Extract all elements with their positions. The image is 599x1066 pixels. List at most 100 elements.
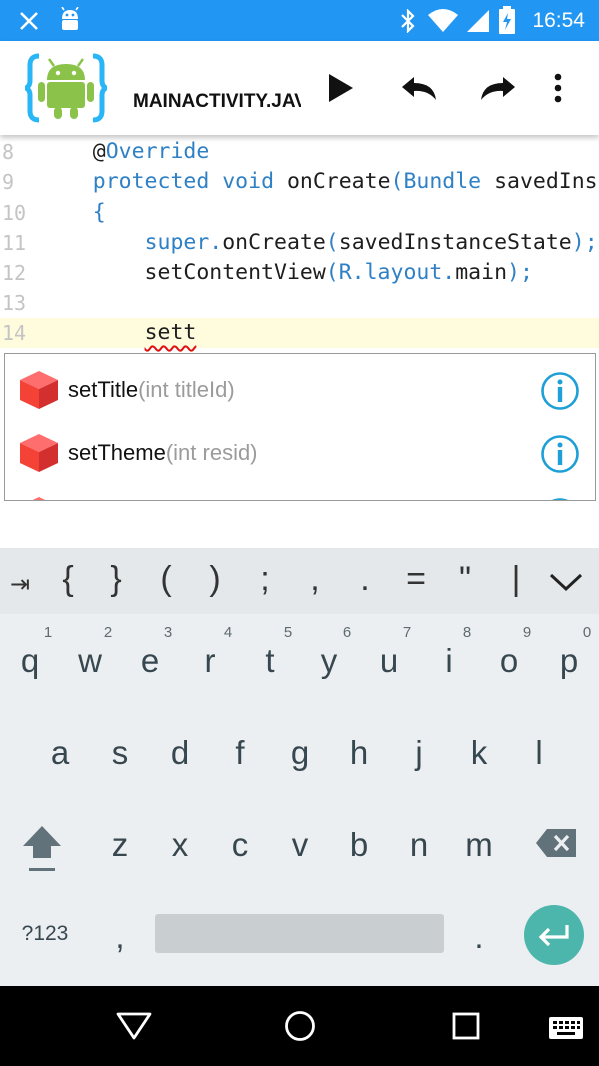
key-z[interactable]: z <box>90 798 150 868</box>
tab-key[interactable]: ⇥ <box>0 570 40 599</box>
enter-icon <box>538 925 569 947</box>
key-label: t <box>265 642 275 679</box>
period-key[interactable]: . <box>449 892 509 962</box>
key-h[interactable]: h <box>329 706 389 776</box>
suggestion-item[interactable]: setTitle(int titleId) <box>5 357 595 419</box>
key-i[interactable]: 8i <box>419 614 479 684</box>
symbol-key[interactable]: ) <box>195 560 235 599</box>
symbol-key[interactable]: | <box>496 560 536 599</box>
battery-charging-icon <box>499 6 515 34</box>
key-m[interactable]: m <box>449 798 509 868</box>
shift-key[interactable] <box>12 798 72 871</box>
line-text: { <box>41 200 106 225</box>
key-n[interactable]: n <box>389 798 449 868</box>
overflow-menu-button[interactable] <box>536 68 580 108</box>
suggestion-item[interactable]: setTheme(int resid) <box>5 420 595 482</box>
info-icon[interactable] <box>540 434 580 474</box>
key-y[interactable]: 6y <box>299 614 359 684</box>
symbol-key[interactable]: ; <box>245 560 285 599</box>
run-button[interactable] <box>318 68 362 108</box>
typed-token: sett <box>144 320 197 345</box>
key-d[interactable]: d <box>150 706 210 776</box>
key-label: s <box>111 734 129 771</box>
method-cube-icon <box>20 371 58 409</box>
play-icon <box>329 74 353 102</box>
key-label: m <box>465 826 493 863</box>
bluetooth-icon <box>401 9 415 33</box>
comma-key[interactable]: , <box>90 892 150 962</box>
key-label: r <box>204 642 216 679</box>
info-icon[interactable] <box>540 371 580 411</box>
symbol-key[interactable]: " <box>445 560 485 599</box>
symbol-key[interactable]: = <box>396 560 436 599</box>
undo-button[interactable] <box>397 68 441 108</box>
key-g[interactable]: g <box>270 706 330 776</box>
status-bar: 16:54 <box>0 0 599 41</box>
line-number: 13 <box>2 291 27 315</box>
key-label: a <box>50 734 70 771</box>
key-x[interactable]: x <box>150 798 210 868</box>
key-label: p <box>559 642 579 679</box>
symbol-key[interactable]: , <box>295 560 335 599</box>
method-cube-icon <box>20 434 58 472</box>
suggestion-signature: (int titleId) <box>138 377 235 402</box>
suggestion-item-partial[interactable] <box>5 483 595 501</box>
redo-button[interactable] <box>476 68 520 108</box>
info-icon[interactable] <box>540 497 580 501</box>
key-j[interactable]: j <box>389 706 449 776</box>
key-label: j <box>415 734 423 771</box>
symbols-mode-key[interactable]: ?123 <box>10 892 80 962</box>
key-a[interactable]: a <box>30 706 90 776</box>
key-hint: 0 <box>582 624 592 641</box>
android-debug-icon <box>61 7 79 30</box>
line-text: setContentView(R.layout.main); <box>41 260 533 285</box>
line-number: 14 <box>2 321 27 345</box>
backspace-key[interactable] <box>525 798 585 868</box>
app-logo-icon[interactable] <box>25 53 107 123</box>
key-b[interactable]: b <box>329 798 389 868</box>
key-s[interactable]: s <box>90 706 150 776</box>
symbol-key[interactable]: . <box>345 560 385 599</box>
key-k[interactable]: k <box>449 706 509 776</box>
key-r[interactable]: 4r <box>180 614 240 684</box>
key-w[interactable]: 2w <box>60 614 120 684</box>
key-c[interactable]: c <box>210 798 270 868</box>
key-label: b <box>349 826 369 863</box>
back-icon[interactable] <box>116 1012 152 1040</box>
spacebar[interactable] <box>155 914 444 953</box>
key-p[interactable]: 0p <box>539 614 599 684</box>
line-number: 10 <box>2 201 27 225</box>
key-f[interactable]: f <box>210 706 270 776</box>
collapse-toolbar-icon[interactable] <box>548 572 584 592</box>
line-text: super.onCreate(savedInstanceState); <box>144 230 598 255</box>
key-label: y <box>320 642 338 679</box>
key-e[interactable]: 3e <box>120 614 180 684</box>
code-line: 8 @Override <box>0 137 599 167</box>
code-line: 12 setContentView(R.layout.main); <box>0 258 599 288</box>
symbol-key[interactable]: ( <box>146 560 186 599</box>
key-l[interactable]: l <box>509 706 569 776</box>
symbol-key[interactable]: } <box>96 560 136 599</box>
key-label: q <box>20 642 40 679</box>
line-text: sett <box>41 320 197 345</box>
line-text: @Override <box>92 139 210 164</box>
code-editor[interactable]: 8 @Override 9 protected void onCreate(Bu… <box>0 135 599 355</box>
key-v[interactable]: v <box>270 798 330 868</box>
key-label: f <box>235 734 245 771</box>
enter-key[interactable] <box>524 905 584 965</box>
key-q[interactable]: 1q <box>0 614 60 684</box>
key-t[interactable]: 5t <box>240 614 300 684</box>
code-line: 11 super.onCreate(savedInstanceState); <box>0 228 599 258</box>
recents-icon[interactable] <box>452 1012 480 1040</box>
key-label: n <box>409 826 429 863</box>
suggestion-name: setTitle <box>68 377 139 402</box>
home-icon[interactable] <box>284 1010 316 1042</box>
key-label: z <box>111 826 129 863</box>
keyboard-switch-icon[interactable] <box>548 1016 584 1040</box>
key-label: c <box>231 826 249 863</box>
key-label: v <box>291 826 309 863</box>
key-o[interactable]: 9o <box>479 614 539 684</box>
symbol-key[interactable]: { <box>48 560 88 599</box>
key-label: u <box>379 642 399 679</box>
key-u[interactable]: 7u <box>359 614 419 684</box>
